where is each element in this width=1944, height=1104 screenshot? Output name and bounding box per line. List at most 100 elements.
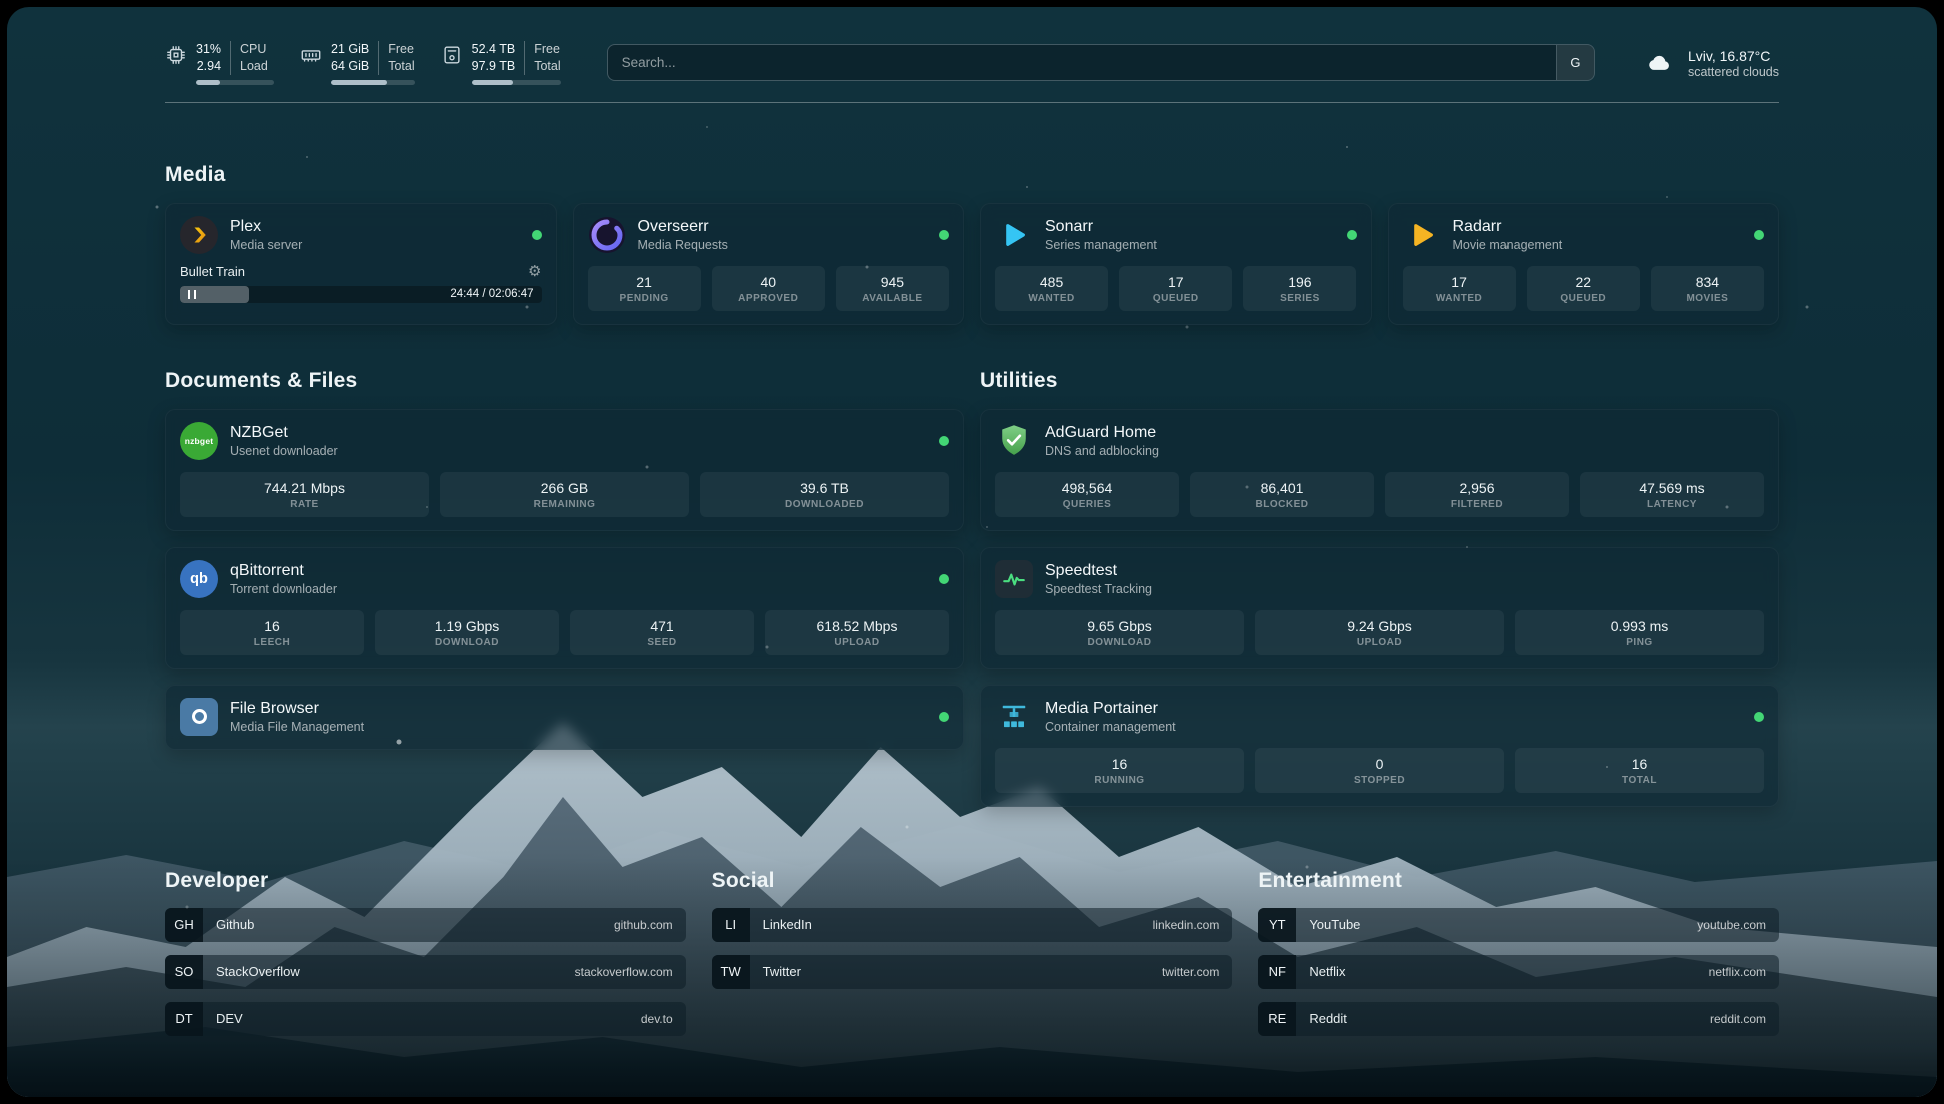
- bookmark-url: netflix.com: [1709, 955, 1779, 989]
- bookmark-linkedin[interactable]: LI LinkedIn linkedin.com: [712, 908, 1233, 942]
- card-subtitle: Speedtest Tracking: [1045, 582, 1152, 596]
- card-title: qBittorrent: [230, 562, 337, 580]
- disk-free: 52.4 TB: [472, 41, 516, 58]
- filebrowser-card[interactable]: File Browser Media File Management: [165, 685, 964, 750]
- search-input[interactable]: [608, 45, 1556, 80]
- card-title: Media Portainer: [1045, 700, 1176, 718]
- bookmark-abbr: GH: [165, 908, 203, 942]
- cpu-bar: [196, 80, 274, 85]
- stat-leech: 16 LEECH: [180, 610, 364, 655]
- stat-filtered: 2,956 FILTERED: [1385, 472, 1569, 517]
- portainer-icon: [995, 698, 1033, 736]
- stat-latency: 47.569 ms LATENCY: [1580, 472, 1764, 517]
- nzbget-card[interactable]: nzbget NZBGet Usenet downloader 744.21 M…: [165, 409, 964, 531]
- search-bar[interactable]: G: [607, 44, 1595, 81]
- card-subtitle: Media server: [230, 238, 302, 252]
- card-subtitle: Series management: [1045, 238, 1157, 252]
- portainer-card[interactable]: Media Portainer Container management 16 …: [980, 685, 1779, 807]
- plex-card[interactable]: Plex Media server Bullet Train ⚙ 24:44 /…: [165, 203, 557, 325]
- weather-location: Lviv, 16.87°C: [1688, 47, 1779, 65]
- memory-free-label: Free: [388, 41, 414, 58]
- card-title: AdGuard Home: [1045, 424, 1159, 442]
- memory-total: 64 GiB: [331, 58, 369, 75]
- stat-stopped: 0 STOPPED: [1255, 748, 1504, 793]
- sonarr-card[interactable]: Sonarr Series management 485 WANTED 17 Q…: [980, 203, 1372, 325]
- status-dot: [939, 712, 949, 722]
- stat-upload: 618.52 Mbps UPLOAD: [765, 610, 949, 655]
- social-heading: Social: [712, 869, 1233, 893]
- card-subtitle: Container management: [1045, 720, 1176, 734]
- bookmark-netflix[interactable]: NF Netflix netflix.com: [1258, 955, 1779, 989]
- bookmark-name: LinkedIn: [750, 908, 1153, 942]
- bookmark-youtube[interactable]: YT YouTube youtube.com: [1258, 908, 1779, 942]
- stat-remaining: 266 GB REMAINING: [440, 472, 689, 517]
- status-dot: [939, 574, 949, 584]
- bookmark-name: Reddit: [1296, 1002, 1710, 1036]
- plex-icon: [180, 216, 218, 254]
- playback-progress-bar[interactable]: 24:44 / 02:06:47: [180, 286, 542, 303]
- utilities-section: Utilities: [980, 369, 1779, 807]
- disk-widget: 52.4 TB 97.9 TB Free Total: [441, 41, 561, 85]
- card-title: Radarr: [1453, 218, 1563, 236]
- bookmark-url: linkedin.com: [1153, 908, 1233, 942]
- stat-blocked: 86,401 BLOCKED: [1190, 472, 1374, 517]
- stat-rate: 744.21 Mbps RATE: [180, 472, 429, 517]
- radarr-card[interactable]: Radarr Movie management 17 WANTED 22 QUE…: [1388, 203, 1780, 325]
- weather-condition: scattered clouds: [1688, 65, 1779, 79]
- bookmark-abbr: YT: [1258, 908, 1296, 942]
- stat-download: 1.19 Gbps DOWNLOAD: [375, 610, 559, 655]
- bookmark-abbr: DT: [165, 1002, 203, 1036]
- resource-widgets: 31% 2.94 CPU Load: [165, 41, 561, 85]
- bookmark-url: twitter.com: [1162, 955, 1232, 989]
- sonarr-icon: [995, 216, 1033, 254]
- documents-section: Documents & Files nzbget NZBGet Usenet d…: [165, 369, 964, 807]
- card-subtitle: Movie management: [1453, 238, 1563, 252]
- memory-widget: 21 GiB 64 GiB Free Total: [300, 41, 415, 85]
- bookmark-url: reddit.com: [1710, 1002, 1779, 1036]
- cpu-percent: 31%: [196, 41, 221, 58]
- bookmark-stackoverflow[interactable]: SO StackOverflow stackoverflow.com: [165, 955, 686, 989]
- status-dot: [1347, 230, 1357, 240]
- settings-icon[interactable]: ⚙: [528, 264, 541, 279]
- developer-section: Developer GH Github github.com SO StackO…: [165, 869, 686, 1036]
- pause-icon[interactable]: [188, 290, 196, 299]
- status-dot: [939, 436, 949, 446]
- bookmark-url: youtube.com: [1697, 908, 1779, 942]
- adguard-card[interactable]: AdGuard Home DNS and adblocking 498,564 …: [980, 409, 1779, 531]
- bookmark-abbr: SO: [165, 955, 203, 989]
- nzbget-icon: nzbget: [180, 422, 218, 460]
- qbittorrent-card[interactable]: qb qBittorrent Torrent downloader 16 LEE…: [165, 547, 964, 669]
- stat-wanted: 17 WANTED: [1403, 266, 1516, 311]
- card-title: NZBGet: [230, 424, 338, 442]
- search-provider-button[interactable]: G: [1556, 45, 1594, 80]
- card-subtitle: Media Requests: [638, 238, 728, 252]
- card-subtitle: Media File Management: [230, 720, 364, 734]
- bookmark-abbr: NF: [1258, 955, 1296, 989]
- disk-free-label: Free: [534, 41, 560, 58]
- overseerr-icon: [588, 216, 626, 254]
- entertainment-section: Entertainment YT YouTube youtube.com NF …: [1258, 869, 1779, 1036]
- status-dot: [1754, 712, 1764, 722]
- bookmark-twitter[interactable]: TW Twitter twitter.com: [712, 955, 1233, 989]
- cpu-icon: [165, 44, 187, 66]
- speedtest-card[interactable]: Speedtest Speedtest Tracking 9.65 Gbps D…: [980, 547, 1779, 669]
- bookmark-github[interactable]: GH Github github.com: [165, 908, 686, 942]
- card-title: Sonarr: [1045, 218, 1157, 236]
- stat-download: 9.65 Gbps DOWNLOAD: [995, 610, 1244, 655]
- bookmark-dev[interactable]: DT DEV dev.to: [165, 1002, 686, 1036]
- bookmark-name: DEV: [203, 1002, 641, 1036]
- social-section: Social LI LinkedIn linkedin.com TW Twitt…: [712, 869, 1233, 1036]
- memory-icon: [300, 44, 322, 66]
- now-playing-title: Bullet Train: [180, 264, 245, 279]
- stat-pending: 21 PENDING: [588, 266, 701, 311]
- bookmark-reddit[interactable]: RE Reddit reddit.com: [1258, 1002, 1779, 1036]
- card-title: Speedtest: [1045, 562, 1152, 580]
- bookmark-name: StackOverflow: [203, 955, 575, 989]
- weather-widget: Lviv, 16.87°C scattered clouds: [1641, 47, 1779, 79]
- bookmark-url: dev.to: [641, 1002, 686, 1036]
- stat-queries: 498,564 QUERIES: [995, 472, 1179, 517]
- bookmark-name: Netflix: [1296, 955, 1708, 989]
- disk-total-label: Total: [534, 58, 560, 75]
- developer-heading: Developer: [165, 869, 686, 893]
- overseerr-card[interactable]: Overseerr Media Requests 21 PENDING 40 A…: [573, 203, 965, 325]
